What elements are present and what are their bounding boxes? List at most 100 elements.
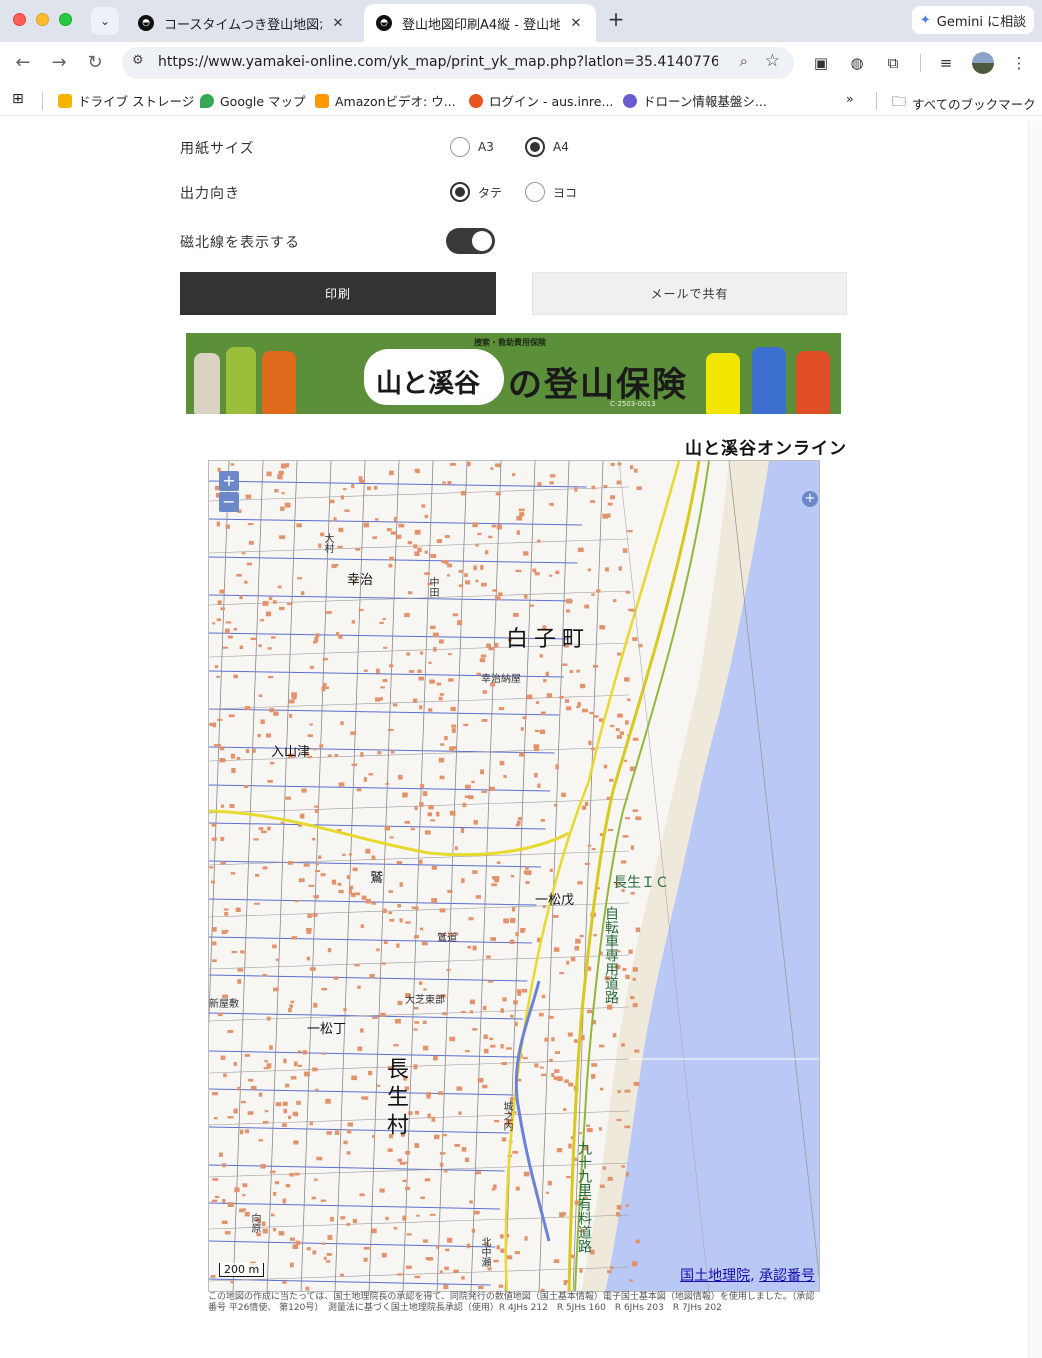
drive-icon xyxy=(58,93,72,108)
paper-size-a4-radio[interactable]: A4 xyxy=(525,137,569,157)
zoom-in-button[interactable]: + xyxy=(219,471,239,491)
close-window-button[interactable] xyxy=(13,13,26,26)
map-building xyxy=(326,1131,332,1135)
map-building xyxy=(212,1178,219,1181)
maximize-window-button[interactable] xyxy=(59,13,72,26)
map-scale-bar: 200 m xyxy=(219,1263,265,1277)
map-building xyxy=(489,1037,494,1041)
minimize-window-button[interactable] xyxy=(36,13,49,26)
reading-list-icon[interactable]: ≡ xyxy=(936,53,956,73)
map-building xyxy=(547,1180,552,1186)
map-building xyxy=(319,744,324,748)
menu-kebab-icon[interactable]: ⋮ xyxy=(1009,53,1029,73)
extension-square-icon[interactable]: ▣ xyxy=(811,53,831,73)
radio-circle[interactable] xyxy=(450,137,470,157)
magnetic-north-toggle[interactable] xyxy=(446,228,495,254)
map-building xyxy=(450,706,456,712)
map-building xyxy=(518,508,525,512)
map-building xyxy=(414,935,419,939)
profile-avatar[interactable] xyxy=(972,52,994,74)
radio-circle[interactable] xyxy=(525,182,545,202)
bookmark-star-icon[interactable]: ☆ xyxy=(765,51,780,71)
bookmark-item[interactable]: ドローン情報基盤シ... xyxy=(623,91,767,110)
map-building xyxy=(237,1086,241,1091)
map-building xyxy=(280,463,287,469)
map-building xyxy=(402,1215,407,1221)
map-building xyxy=(550,502,554,507)
map-building xyxy=(246,562,253,566)
forward-arrow-icon[interactable]: → xyxy=(47,51,71,75)
map-building xyxy=(311,1196,317,1200)
tab-close-icon[interactable]: ✕ xyxy=(568,16,584,31)
map-building xyxy=(428,708,433,712)
bookmark-item[interactable]: ログイン - aus.inre... xyxy=(469,91,613,110)
map-building xyxy=(309,665,314,669)
map-building xyxy=(314,1178,318,1181)
extension-globe-icon[interactable]: ◍ xyxy=(847,53,867,73)
map-building xyxy=(266,471,272,477)
url-text[interactable]: https://www.yamakei-online.com/yk_map/pr… xyxy=(158,54,718,70)
zoom-out-button[interactable]: − xyxy=(219,492,239,512)
extensions-puzzle-icon[interactable]: ⧉ xyxy=(883,53,903,73)
bookmark-label: ドローン情報基盤シ... xyxy=(643,94,767,109)
print-button[interactable]: 印刷 xyxy=(180,272,496,315)
site-settings-icon[interactable]: ⚙ xyxy=(132,53,144,68)
bookmark-item[interactable]: Amazonビデオ: ウ... xyxy=(315,91,456,110)
bookmark-item[interactable]: ドライブ ストレージ xyxy=(58,91,194,110)
map-building xyxy=(338,527,344,533)
map-expand-button[interactable]: + xyxy=(802,491,818,507)
map-building xyxy=(559,972,564,975)
paper-size-a3-radio[interactable]: A3 xyxy=(450,137,494,157)
bookmark-item[interactable]: Google マップ xyxy=(200,91,306,110)
tab-active[interactable]: ◓ 登山地図印刷A4縦 - 登山地図& ✕ xyxy=(364,4,596,42)
tab-inactive[interactable]: ◓ コースタイムつき登山地図が無料 ✕ xyxy=(126,4,358,42)
apps-grid-icon[interactable]: ⊞ xyxy=(12,91,24,107)
radio-label: A3 xyxy=(478,140,494,154)
map-building xyxy=(340,495,345,500)
map-building xyxy=(306,1247,311,1251)
map-building xyxy=(587,844,592,847)
gsi-attribution-link[interactable]: 国土地理院 xyxy=(680,1268,750,1284)
map-building xyxy=(428,805,434,810)
map-building xyxy=(280,506,285,511)
radio-circle-selected[interactable] xyxy=(525,137,545,157)
map-building xyxy=(431,865,437,870)
map-building xyxy=(512,612,519,617)
map-building xyxy=(429,679,435,684)
map-building xyxy=(616,480,621,485)
map-building xyxy=(288,699,295,704)
share-mail-button[interactable]: メールで共有 xyxy=(532,272,847,315)
new-tab-plus-icon[interactable]: + xyxy=(604,8,628,32)
map-building xyxy=(525,866,529,870)
map-building xyxy=(327,754,332,757)
gemini-button[interactable]: ✦ Gemini に相談 xyxy=(912,6,1034,34)
map-building xyxy=(350,892,356,897)
map-building xyxy=(566,706,572,711)
radio-circle-selected[interactable] xyxy=(450,182,470,202)
back-arrow-icon[interactable]: ← xyxy=(11,51,35,75)
map-building xyxy=(556,1147,563,1153)
approval-number-link[interactable]: 承認番号 xyxy=(759,1268,815,1284)
all-bookmarks-folder[interactable]: 🗀 すべてのブックマーク xyxy=(892,91,1036,115)
page-scrollbar[interactable] xyxy=(1028,121,1042,1358)
more-bookmarks-chevron-icon[interactable]: » xyxy=(846,91,854,106)
map-building xyxy=(414,1275,421,1279)
map-building xyxy=(269,1170,276,1174)
orientation-portrait-radio[interactable]: タテ xyxy=(450,182,502,202)
tab-close-icon[interactable]: ✕ xyxy=(330,16,346,31)
zoom-magnifier-icon[interactable]: ⌕ xyxy=(740,52,748,70)
map-building xyxy=(629,465,634,470)
map-canvas[interactable] xyxy=(209,461,820,1292)
map-building xyxy=(438,757,445,763)
topographic-map[interactable]: + − + 白子町 長生村 幸治 幸治納屋 入山津 一松戊 一松丁 鷲 鷲道 大… xyxy=(208,460,820,1292)
gemini-sparkle-icon: ✦ xyxy=(919,12,931,28)
browser-toolbar: ← → ↻ ⚙ https://www.yamakei-online.com/y… xyxy=(0,42,1042,84)
reload-icon[interactable]: ↻ xyxy=(83,51,107,75)
address-bar[interactable]: ⚙ https://www.yamakei-online.com/yk_map/… xyxy=(122,47,794,79)
map-building xyxy=(469,999,476,1005)
map-building xyxy=(518,817,522,821)
insurance-banner-ad[interactable]: 捜索・救助費用保険 山と溪谷 の登山保険 C-2503-0013 xyxy=(186,333,841,414)
tab-search-chevron-icon[interactable]: ⌄ xyxy=(91,7,119,35)
orientation-landscape-radio[interactable]: ヨコ xyxy=(525,182,577,202)
map-building xyxy=(322,683,327,687)
